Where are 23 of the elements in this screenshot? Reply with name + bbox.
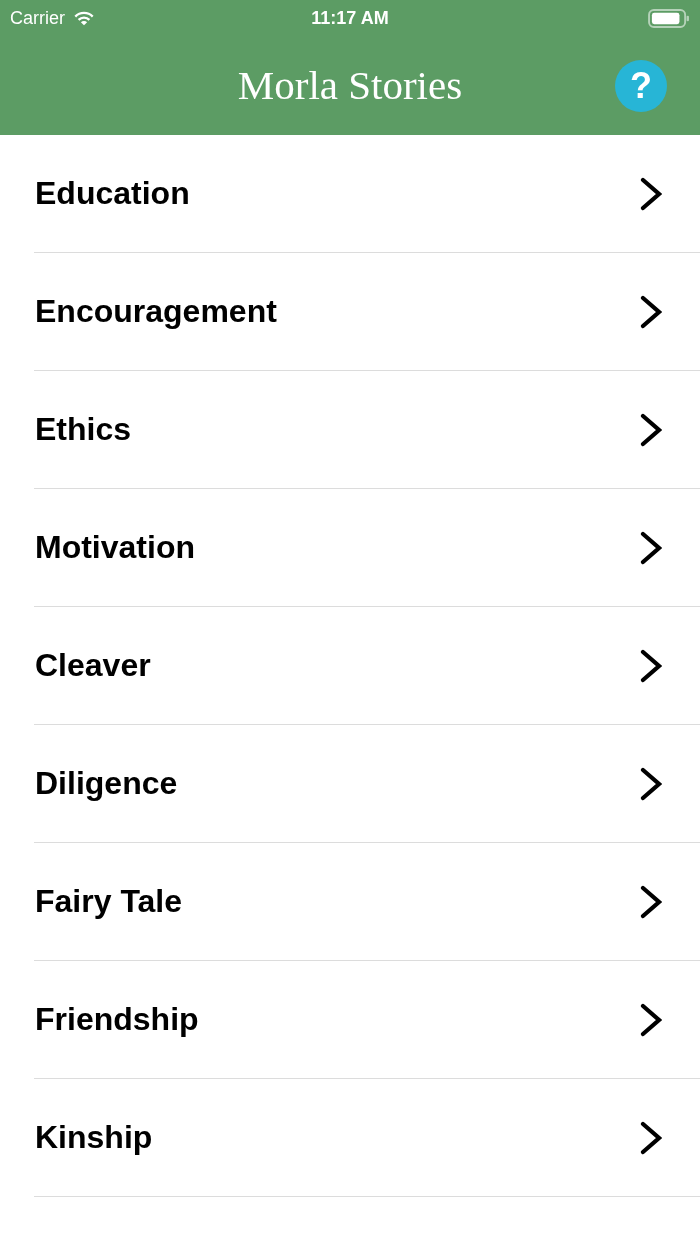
- category-item[interactable]: Friendship: [34, 961, 700, 1079]
- chevron-icon: [640, 1002, 662, 1037]
- category-item[interactable]: Education: [34, 135, 700, 253]
- category-item[interactable]: Diligence: [34, 725, 700, 843]
- wifi-icon: [73, 10, 95, 26]
- chevron-icon: [640, 530, 662, 565]
- chevron-icon: [640, 412, 662, 447]
- chevron-icon: [640, 294, 662, 329]
- category-item[interactable]: Cleaver: [34, 607, 700, 725]
- carrier-name: Carrier: [10, 7, 65, 29]
- category-item[interactable]: Ethics: [34, 371, 700, 489]
- category-item[interactable]: Fairy Tale: [34, 843, 700, 961]
- chevron-icon: [640, 766, 662, 801]
- category-item[interactable]: Kinship: [34, 1079, 700, 1197]
- category-item[interactable]: Motivation: [34, 489, 700, 607]
- battery-icon: [648, 8, 690, 28]
- chevron-icon: [640, 884, 662, 919]
- chevron-icon: [640, 648, 662, 683]
- category-item[interactable]: Encouragement: [34, 253, 700, 371]
- chevron-icon: [640, 1120, 662, 1155]
- app-title: Morla Stories: [237, 60, 463, 109]
- status-time: 11:17 AM: [311, 8, 389, 29]
- chevron-icon: [640, 176, 662, 211]
